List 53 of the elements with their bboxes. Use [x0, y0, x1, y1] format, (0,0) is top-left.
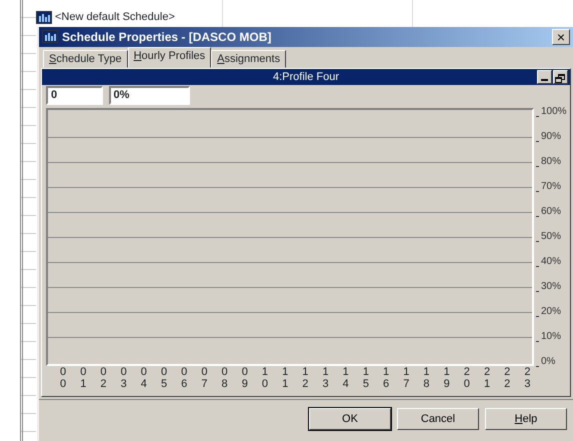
hour-label: 07: [200, 366, 208, 392]
input-field[interactable]: 0%: [108, 86, 190, 105]
axis-label: 20%: [541, 306, 562, 318]
hour-label: 22: [503, 366, 512, 392]
restore-button[interactable]: [553, 70, 568, 84]
hour-label: 20: [462, 366, 471, 392]
hour-label: 21: [482, 366, 492, 392]
hour-label: 00: [59, 366, 68, 392]
hour-label: 14: [342, 366, 350, 392]
axis-label: 60%: [541, 206, 562, 218]
axis-label: 70%: [541, 180, 562, 193]
hour-label: 09: [240, 366, 249, 392]
hour-label: 17: [402, 366, 410, 392]
hour-label: 18: [422, 366, 431, 392]
hour-label: 03: [120, 366, 128, 392]
axis-label: 10%: [541, 330, 562, 343]
axis-label: 80%: [541, 156, 562, 168]
list-item[interactable]: <New default Schedule>: [55, 9, 175, 26]
hour-label: 02: [99, 366, 108, 392]
input-field[interactable]: 0: [46, 86, 103, 105]
schedule-icon: [36, 11, 52, 24]
axis-label: 30%: [541, 280, 562, 293]
hour-label: 11: [281, 366, 290, 392]
hour-label: 05: [160, 366, 168, 392]
hour-label: 13: [321, 366, 330, 392]
schedule-icon: [42, 30, 58, 44]
hour-label: 15: [362, 366, 370, 392]
tab[interactable]: Assignments: [211, 50, 286, 68]
axis-label: 40%: [541, 256, 562, 268]
hour-label: 06: [180, 366, 188, 392]
hour-label: 16: [382, 366, 390, 392]
hour-label: 23: [523, 366, 532, 392]
tab[interactable]: Schedule Type: [43, 50, 128, 68]
axis-label: 100%: [541, 106, 567, 118]
tab[interactable]: Hourly Profiles: [128, 46, 212, 68]
restore-icon: [554, 72, 567, 85]
hour-label: 19: [442, 366, 451, 392]
axis-label: 90%: [541, 130, 562, 143]
dialog-button[interactable]: Cancel: [397, 408, 479, 430]
window-title: Schedule Properties - [DASCO MOB]: [62, 28, 272, 46]
hour-label: 12: [301, 366, 310, 392]
minimize-button[interactable]: [537, 70, 552, 84]
profile-title: 4:Profile Four: [272, 70, 340, 85]
hour-label: 01: [79, 366, 88, 392]
hour-label: 08: [220, 366, 229, 392]
hour-label: 10: [260, 366, 270, 392]
hour-label: 04: [140, 366, 148, 392]
dialog-button[interactable]: Help: [485, 408, 567, 430]
axis-label: 0%: [541, 356, 556, 368]
dialog-button[interactable]: OK: [309, 408, 391, 430]
minimize-icon: [541, 78, 548, 81]
close-button[interactable]: ×: [552, 28, 570, 45]
axis-label: 50%: [541, 230, 562, 243]
